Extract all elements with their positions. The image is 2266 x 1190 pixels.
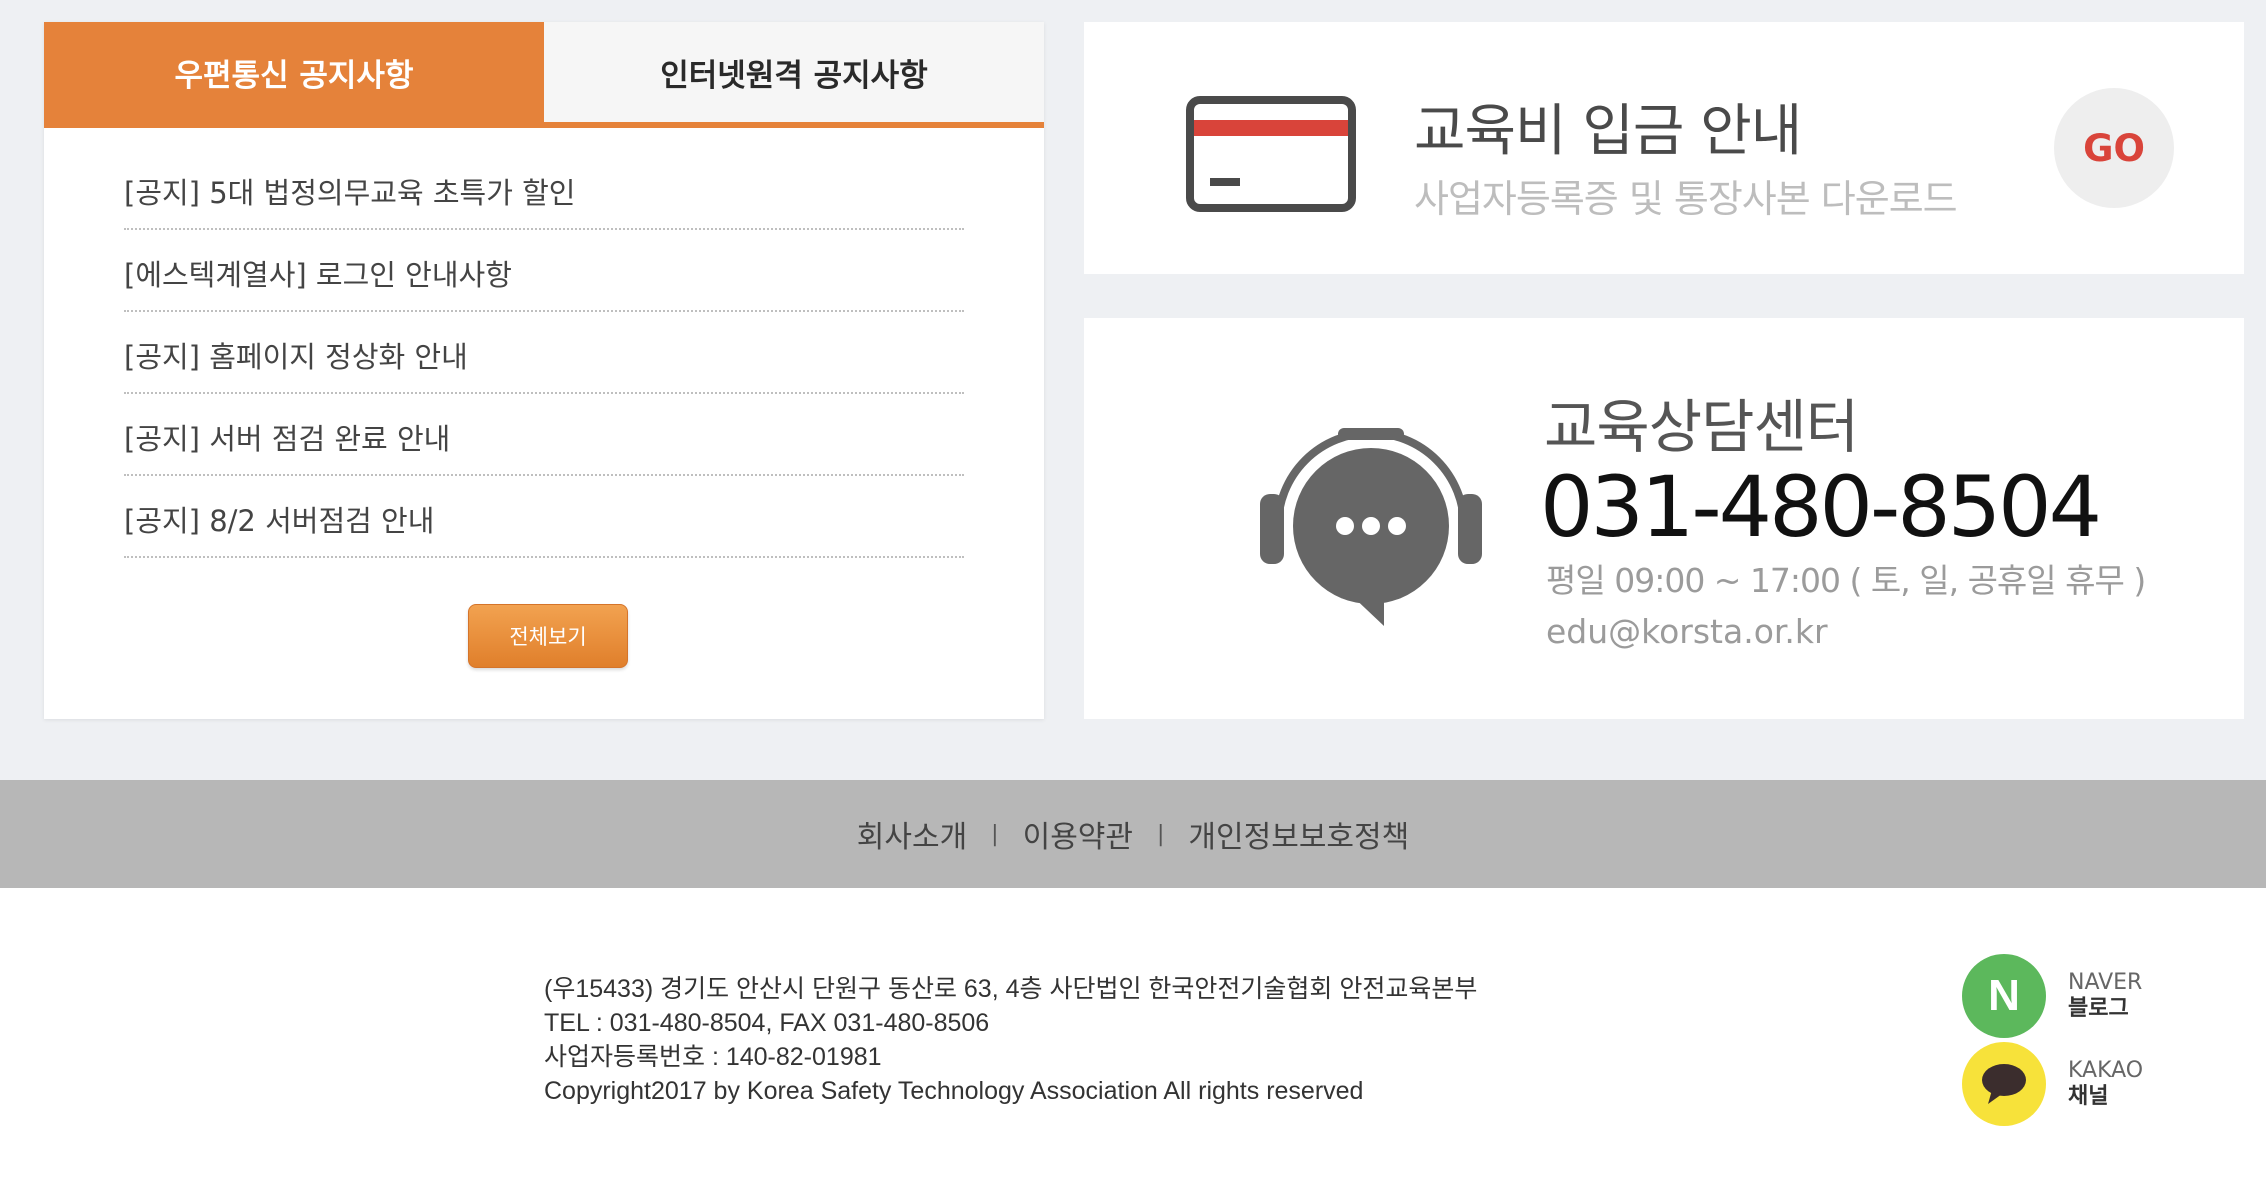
kakao-channel-link[interactable]: KAKAO 채널 [1962,1042,2143,1126]
consult-email: edu@korsta.or.kr [1546,612,1828,651]
notice-item[interactable]: [에스텍계열사] 로그인 안내사항 [124,230,964,312]
notice-panel: 우편통신 공지사항 인터넷원격 공지사항 [공지] 5대 법정의무교육 초특가 … [44,22,1044,719]
tab-postal-notices[interactable]: 우편통신 공지사항 [44,22,544,122]
naver-label: NAVER 블로그 [2068,970,2142,1022]
consult-phone: 031-480-8504 [1540,458,2102,556]
naver-logo-letter: N [1988,971,2020,1020]
naver-icon: N [1962,954,2046,1038]
consult-title: 교육상담센터 [1544,393,1859,461]
payment-title: 교육비 입금 안내 [1414,99,1802,164]
copyright-line: Copyright2017 by Korea Safety Technology… [544,1077,1364,1105]
business-number-line: 사업자등록번호 : 140-82-01981 [544,1043,882,1071]
kakao-label: KAKAO 채널 [2068,1058,2143,1110]
naver-sub: 블로그 [2068,996,2129,1021]
notice-list: [공지] 5대 법정의무교육 초특가 할인 [에스텍계열사] 로그인 안내사항 … [124,148,964,558]
footer-link-privacy[interactable]: 개인정보보호정책 [1188,812,1409,856]
footer-link-terms[interactable]: 이용약관 [1023,812,1133,856]
notice-item[interactable]: [공지] 홈페이지 정상화 안내 [124,312,964,394]
notice-item[interactable]: [공지] 서버 점검 완료 안내 [124,394,964,476]
kakao-sub: 채널 [2068,1084,2109,1109]
naver-blog-link[interactable]: N NAVER 블로그 [1962,954,2142,1038]
payment-info-card[interactable]: 교육비 입금 안내 사업자등록증 및 통장사본 다운로드 GO [1084,22,2244,274]
headset-chat-icon [1256,408,1486,632]
kakao-chat-icon [1962,1042,2046,1126]
address-line: (우15433) 경기도 안산시 단원구 동산로 63, 4층 사단법인 한국안… [544,975,1478,1003]
payment-subtitle: 사업자등록증 및 통장사본 다운로드 [1414,177,1958,221]
footer-nav: 회사소개 | 이용약관 | 개인정보보호정책 [0,780,2266,888]
consult-hours: 평일 09:00 ~ 17:00 ( 토, 일, 공휴일 휴무 ) [1546,561,2146,600]
view-all-button[interactable]: 전체보기 [468,604,628,668]
naver-name: NAVER [2068,970,2143,995]
footer-info: (우15433) 경기도 안산시 단원구 동산로 63, 4층 사단법인 한국안… [0,888,2266,1190]
notice-item[interactable]: [공지] 5대 법정의무교육 초특가 할인 [124,148,964,230]
footer-separator: | [991,821,999,847]
go-button[interactable]: GO [2054,88,2174,208]
tab-online-notices[interactable]: 인터넷원격 공지사항 [544,22,1044,122]
credit-card-icon [1186,96,1356,216]
notice-item[interactable]: [공지] 8/2 서버점검 안내 [124,476,964,558]
notice-tabs: 우편통신 공지사항 인터넷원격 공지사항 [44,22,1044,128]
contact-line: TEL : 031-480-8504, FAX 031-480-8506 [544,1009,990,1037]
consult-center-card: 교육상담센터 031-480-8504 평일 09:00 ~ 17:00 ( 토… [1084,318,2244,719]
kakao-name: KAKAO [2068,1058,2144,1083]
footer-separator: | [1157,821,1165,847]
company-info: (우15433) 경기도 안산시 단원구 동산로 63, 4층 사단법인 한국안… [544,972,1477,1108]
footer-link-about[interactable]: 회사소개 [857,812,967,856]
